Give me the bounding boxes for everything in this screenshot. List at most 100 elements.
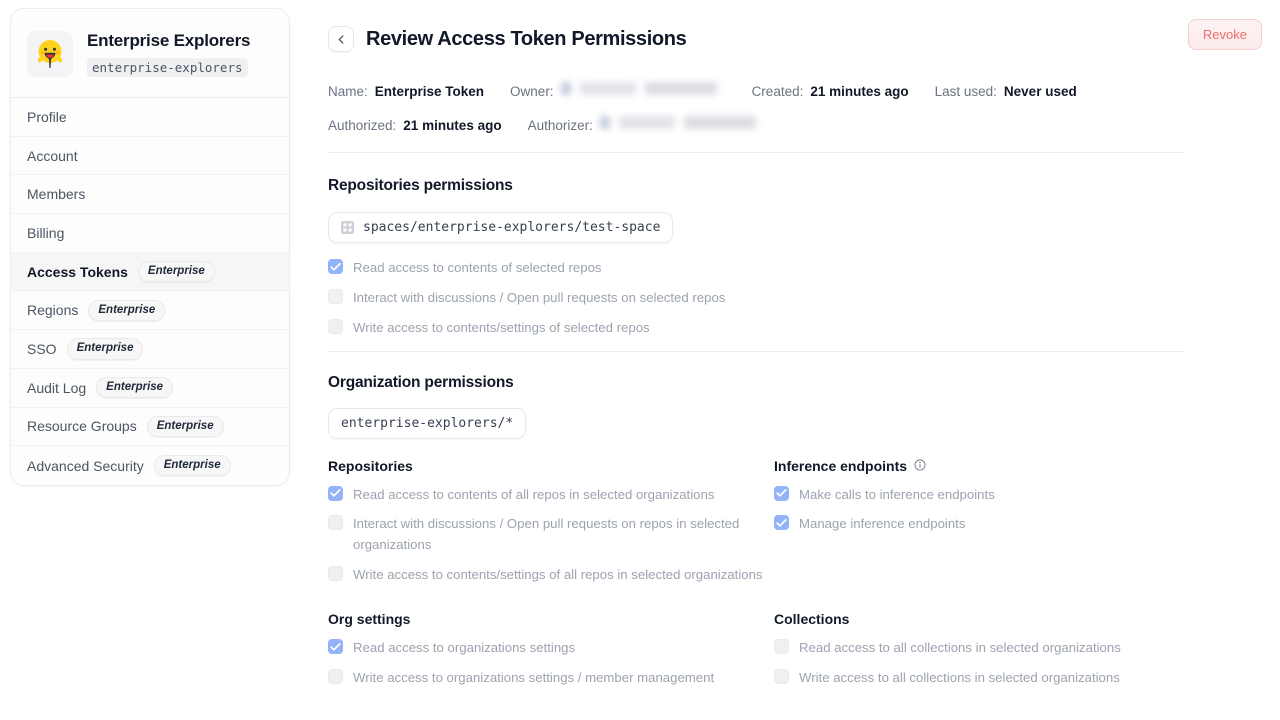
sidebar-item-label: Profile: [27, 108, 67, 125]
permission-group-title: Org settings: [328, 611, 411, 628]
meta-name: Name: Enterprise Token: [328, 84, 484, 99]
checkbox-checked-icon[interactable]: [328, 639, 343, 655]
spaces-grid-icon: [341, 221, 354, 234]
checkbox-unchecked-icon[interactable]: [328, 668, 343, 684]
chevron-left-icon: [338, 34, 343, 44]
permission-row[interactable]: Write access to organizations settings /…: [328, 668, 774, 689]
enterprise-badge: Enterprise: [153, 454, 231, 477]
permission-row[interactable]: Interact with discussions / Open pull re…: [328, 514, 774, 556]
meta-authorized-value: 21 minutes ago: [403, 117, 502, 133]
meta-name-value: Enterprise Token: [374, 83, 485, 99]
checkbox-unchecked-icon[interactable]: [328, 566, 343, 582]
permission-label: Write access to contents/settings of sel…: [353, 319, 650, 335]
sidebar-item-resource-groups[interactable]: Resource Groups Enterprise: [11, 408, 289, 447]
repositories-permissions-title: Repositories permissions: [328, 177, 513, 194]
sidebar: Enterprise Explorers enterprise-explorer…: [0, 0, 300, 720]
meta-authorized: Authorized: 21 minutes ago: [328, 118, 502, 133]
sidebar-item-label: Audit Log: [27, 379, 87, 396]
permission-row[interactable]: Read access to contents of selected repo…: [328, 258, 1190, 279]
meta-authorizer-value-redacted: [599, 116, 765, 134]
sidebar-item-advanced-security[interactable]: Advanced Security Enterprise: [11, 446, 289, 485]
sidebar-item-label: Regions: [27, 302, 79, 319]
enterprise-badge: Enterprise: [66, 338, 144, 360]
permission-row[interactable]: Write access to contents/settings of all…: [328, 565, 774, 586]
app-root: Enterprise Explorers enterprise-explorer…: [0, 0, 1280, 720]
checkbox-unchecked-icon[interactable]: [328, 318, 343, 334]
sidebar-item-label: Members: [27, 186, 86, 203]
permission-group-title: Repositories: [328, 457, 413, 474]
sidebar-item-profile[interactable]: Profile: [11, 98, 289, 137]
sidebar-item-audit-log[interactable]: Audit Log Enterprise: [11, 369, 289, 408]
checkbox-checked-icon[interactable]: [328, 259, 343, 274]
org-column-left-top: Repositories Read access to contents of a…: [328, 458, 774, 595]
org-slug: enterprise-explorers: [87, 57, 248, 77]
section-divider-middle: [328, 350, 1185, 352]
permission-label: Read access to organizations settings: [353, 640, 576, 656]
org-chip-wrap: enterprise-explorers/*: [328, 407, 1190, 439]
checkbox-unchecked-icon[interactable]: [328, 288, 343, 304]
permission-group-title: Inference endpoints: [774, 457, 908, 474]
permission-row[interactable]: Manage inference endpoints: [774, 514, 1190, 535]
repo-chip-text: spaces/enterprise-explorers/test-space: [363, 220, 661, 235]
hugging-face-emoji-icon: [27, 31, 73, 77]
checkbox-checked-icon[interactable]: [328, 485, 343, 501]
permission-label: Write access to contents/settings of all…: [353, 567, 763, 583]
org-meta: Enterprise Explorers enterprise-explorer…: [87, 31, 250, 77]
permission-group-title: Collections: [774, 611, 850, 628]
sidebar-item-label: Access Tokens: [27, 263, 128, 280]
permission-row[interactable]: Read access to contents of all repos in …: [328, 485, 774, 506]
org-column-left-bottom: Org settings Read access to organizations…: [328, 611, 774, 698]
permission-row[interactable]: Read access to organizations settings: [328, 638, 774, 659]
meta-last-used-value: Never used: [1003, 83, 1077, 99]
org-header: Enterprise Explorers enterprise-explorer…: [11, 9, 289, 97]
page-header: Review Access Token Permissions Revoke: [328, 19, 1262, 56]
permission-row[interactable]: Interact with discussions / Open pull re…: [328, 288, 1190, 309]
checkbox-checked-icon[interactable]: [774, 515, 789, 531]
permission-group-heading: Collections: [774, 611, 1190, 627]
checkbox-unchecked-icon[interactable]: [774, 668, 789, 684]
org-chip[interactable]: enterprise-explorers/*: [328, 407, 527, 439]
sidebar-item-account[interactable]: Account: [11, 137, 289, 176]
permission-row[interactable]: Read access to all collections in select…: [774, 638, 1190, 659]
permission-label: Make calls to inference endpoints: [799, 486, 995, 502]
metadata-row-primary: Name: Enterprise Token Owner: Created: 2…: [328, 78, 1190, 104]
org-chip-text: enterprise-explorers/*: [341, 415, 514, 431]
sidebar-item-regions[interactable]: Regions Enterprise: [11, 291, 289, 331]
enterprise-badge: Enterprise: [146, 415, 224, 438]
meta-owner-value-redacted: [560, 82, 726, 100]
permission-label: Interact with discussions / Open pull re…: [353, 289, 726, 305]
permission-row[interactable]: Make calls to inference endpoints: [774, 485, 1190, 506]
sidebar-item-label: Resource Groups: [27, 418, 137, 435]
permission-row[interactable]: Write access to all collections in selec…: [774, 668, 1190, 689]
repo-chip[interactable]: spaces/enterprise-explorers/test-space: [328, 212, 674, 243]
permission-group-heading: Org settings: [328, 611, 774, 627]
sidebar-item-members[interactable]: Members: [11, 175, 289, 215]
info-icon[interactable]: [914, 458, 926, 474]
permission-label: Read access to contents of selected repo…: [353, 260, 602, 275]
sidebar-item-label: Billing: [27, 224, 65, 241]
sidebar-item-access-tokens[interactable]: Access Tokens Enterprise: [11, 252, 289, 292]
sidebar-item-billing[interactable]: Billing: [11, 214, 289, 253]
checkbox-checked-icon[interactable]: [774, 485, 789, 501]
meta-created-label: Created:: [751, 83, 804, 99]
permission-row[interactable]: Write access to contents/settings of sel…: [328, 318, 1190, 339]
enterprise-badge: Enterprise: [88, 299, 166, 321]
checkbox-unchecked-icon[interactable]: [774, 639, 789, 655]
sidebar-item-sso[interactable]: SSO Enterprise: [11, 330, 289, 369]
permission-label: Manage inference endpoints: [799, 516, 966, 532]
permission-label: Interact with discussions / Open pull re…: [353, 516, 740, 553]
sidebar-item-label: Account: [27, 147, 78, 164]
back-button[interactable]: [328, 26, 354, 52]
permission-group-heading: Repositories: [328, 458, 774, 474]
permission-label: Read access to all collections in select…: [799, 640, 1121, 656]
checkbox-unchecked-icon[interactable]: [328, 515, 343, 531]
revoke-button[interactable]: Revoke: [1187, 19, 1262, 50]
org-column-right-top: Inference endpoints Make calls to inferen…: [774, 458, 1190, 595]
metadata-row-secondary: Authorized: 21 minutes ago Authorizer:: [328, 112, 1190, 138]
repo-chip-wrap: spaces/enterprise-explorers/test-space: [328, 212, 1190, 243]
meta-name-label: Name:: [328, 83, 368, 99]
sidebar-card: Enterprise Explorers enterprise-explorer…: [10, 8, 290, 486]
org-column-right-bottom: Collections Read access to all collection…: [774, 611, 1190, 698]
permission-label: Write access to organizations settings /…: [353, 669, 715, 685]
meta-owner-label: Owner:: [510, 83, 554, 99]
